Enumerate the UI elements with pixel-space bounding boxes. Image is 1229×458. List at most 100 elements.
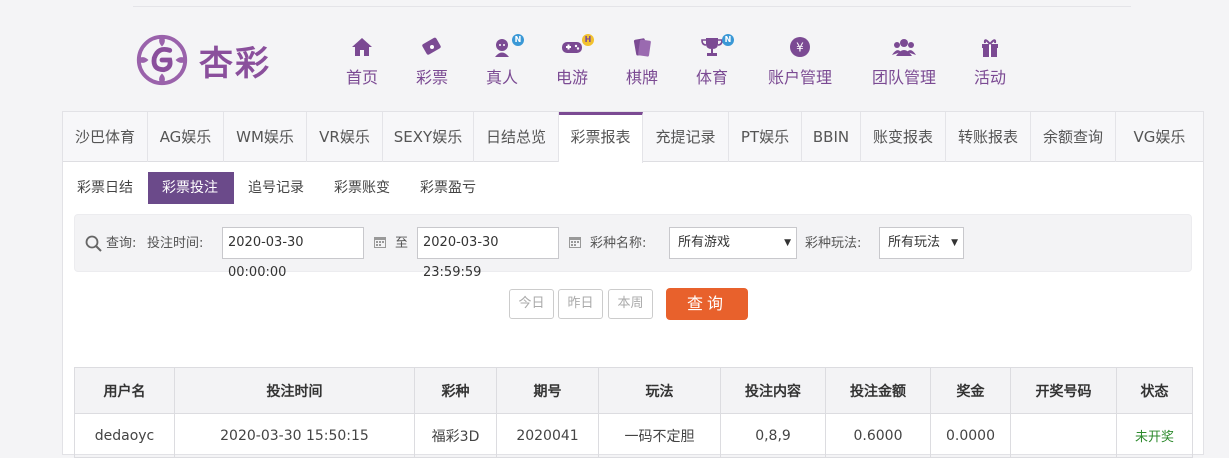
cell-draw-numbers [1010, 413, 1117, 458]
nav-item-live[interactable]: N 真人 [470, 34, 534, 88]
nav-item-sports[interactable]: N 体育 [680, 34, 744, 88]
table-row[interactable]: dedaoyc 2020-03-30 15:50:15 福彩3D 2020041… [74, 413, 1193, 458]
game-name-value: 所有游戏 [678, 235, 731, 250]
dealer-icon: N [490, 34, 524, 58]
new-badge: N [512, 34, 524, 46]
tab-wm[interactable]: WM娱乐 [224, 112, 307, 162]
col-lottery-type: 彩种 [414, 367, 497, 414]
nav-item-home[interactable]: 首页 [330, 36, 394, 88]
dropdown-arrow-icon: ▼ [951, 238, 958, 248]
tab-sexy[interactable]: SEXY娱乐 [383, 112, 474, 162]
logo-text: 杏彩 [199, 43, 271, 84]
tab-vg[interactable]: VG娱乐 [1116, 112, 1203, 162]
team-icon [892, 39, 916, 56]
nav-item-chess[interactable]: 棋牌 [610, 36, 674, 88]
home-icon [352, 38, 372, 56]
cell-username: dedaoyc [74, 413, 175, 458]
cell-status: 未开奖 [1116, 413, 1193, 458]
tab-pt[interactable]: PT娱乐 [729, 112, 802, 162]
gift-icon [982, 39, 998, 57]
this-week-button[interactable]: 本周 [608, 289, 653, 319]
cell-play: 一码不定胆 [598, 413, 721, 458]
tab-balance-query[interactable]: 余额查询 [1031, 112, 1116, 162]
tab-vr[interactable]: VR娱乐 [307, 112, 383, 162]
tab-ag[interactable]: AG娱乐 [148, 112, 224, 162]
bets-table: 用户名 投注时间 彩种 期号 玩法 投注内容 投注金额 奖金 开奖号码 状态 d… [74, 367, 1193, 458]
tab-bbin[interactable]: BBIN [802, 112, 861, 162]
col-bet-content: 投注内容 [720, 367, 826, 414]
table-header-row: 用户名 投注时间 彩种 期号 玩法 投注内容 投注金额 奖金 开奖号码 状态 [74, 367, 1193, 414]
nav-label: 账户管理 [767, 68, 832, 87]
nav-label: 首页 [345, 68, 378, 87]
subtab-chase-records[interactable]: 追号记录 [234, 172, 320, 204]
calendar-icon[interactable] [373, 235, 387, 249]
nav-item-promotions[interactable]: 活动 [958, 36, 1022, 88]
col-username: 用户名 [74, 367, 175, 414]
col-status: 状态 [1116, 367, 1193, 414]
cell-bet-amount: 0.6000 [825, 413, 931, 458]
nav-item-team[interactable]: 团队管理 [866, 36, 942, 88]
report-panel: 沙巴体育 AG娱乐 WM娱乐 VR娱乐 SEXY娱乐 日结总览 彩票报表 充提记… [62, 111, 1204, 458]
bet-time-label: 投注时间: [147, 236, 204, 251]
nav-label: 彩票 [415, 68, 448, 87]
subtab-lottery-profit[interactable]: 彩票盈亏 [406, 172, 492, 204]
tab-account-change[interactable]: 账变报表 [861, 112, 946, 162]
cell-bet-content: 0,8,9 [720, 413, 826, 458]
col-bet-amount: 投注金额 [825, 367, 931, 414]
cell-lottery-type: 福彩3D [414, 413, 497, 458]
play-type-select[interactable]: 所有玩法 ▼ [879, 227, 964, 259]
col-bonus: 奖金 [930, 367, 1011, 414]
cell-bet-time: 2020-03-30 15:50:15 [174, 413, 415, 458]
trophy-icon: N [700, 34, 734, 58]
new-badge: N [722, 34, 734, 46]
tab-lottery-report[interactable]: 彩票报表 [559, 112, 643, 163]
yen-icon: ¥ [790, 37, 810, 57]
search-icon [85, 235, 102, 252]
col-issue: 期号 [496, 367, 599, 414]
top-divider [133, 6, 1131, 7]
nav-label: 棋牌 [625, 68, 658, 87]
cards-icon [633, 38, 651, 57]
tab-saba-sports[interactable]: 沙巴体育 [63, 112, 148, 162]
subtab-lottery-bets[interactable]: 彩票投注 [148, 172, 234, 204]
cell-issue: 2020041 [496, 413, 599, 458]
report-tabs: 沙巴体育 AG娱乐 WM娱乐 VR娱乐 SEXY娱乐 日结总览 彩票报表 充提记… [63, 112, 1203, 163]
start-time-input[interactable]: 2020-03-30 00:00:00 [222, 227, 364, 280]
subtab-lottery-account-change[interactable]: 彩票账变 [320, 172, 406, 204]
tab-deposit-withdraw[interactable]: 充提记录 [643, 112, 729, 162]
report-subtabs: 彩票日结 彩票投注 追号记录 彩票账变 彩票盈亏 [63, 172, 492, 204]
filter-bar: 查询: 投注时间: 2020-03-30 00:00:00 至 2020-03-… [74, 214, 1192, 280]
today-button[interactable]: 今日 [509, 289, 554, 319]
yesterday-button[interactable]: 昨日 [558, 289, 603, 319]
site-logo[interactable]: 杏彩 [133, 28, 293, 92]
col-bet-time: 投注时间 [174, 367, 415, 414]
ticket-icon [422, 37, 441, 55]
nav-label: 真人 [485, 68, 518, 87]
dropdown-arrow-icon: ▼ [784, 238, 791, 248]
subtab-lottery-daily[interactable]: 彩票日结 [63, 172, 148, 204]
tab-daily-summary[interactable]: 日结总览 [474, 112, 559, 162]
logo-mark-icon [136, 34, 188, 86]
col-draw-numbers: 开奖号码 [1010, 367, 1117, 414]
nav-item-egames[interactable]: H 电游 [540, 34, 604, 88]
search-button[interactable]: 查询 [666, 288, 748, 320]
query-label: 查询: [106, 236, 137, 251]
nav-label: 活动 [973, 68, 1006, 87]
gamepad-icon: H [560, 34, 594, 58]
hot-badge: H [582, 34, 594, 46]
tab-transfer-report[interactable]: 转账报表 [946, 112, 1031, 162]
game-name-select[interactable]: 所有游戏 ▼ [669, 227, 797, 259]
nav-label: 体育 [695, 68, 728, 87]
play-type-value: 所有玩法 [888, 235, 941, 250]
to-label: 至 [395, 236, 409, 251]
svg-text:¥: ¥ [796, 41, 804, 55]
end-time-input[interactable]: 2020-03-30 23:59:59 [417, 227, 559, 280]
col-play: 玩法 [598, 367, 721, 414]
calendar-icon[interactable] [568, 235, 582, 249]
nav-item-account[interactable]: ¥ 账户管理 [762, 36, 838, 88]
cell-bonus: 0.0000 [930, 413, 1011, 458]
nav-label: 电游 [555, 68, 588, 87]
nav-label: 团队管理 [871, 68, 936, 87]
nav-item-lottery[interactable]: 彩票 [400, 36, 464, 88]
game-name-label: 彩种名称: [590, 236, 647, 251]
